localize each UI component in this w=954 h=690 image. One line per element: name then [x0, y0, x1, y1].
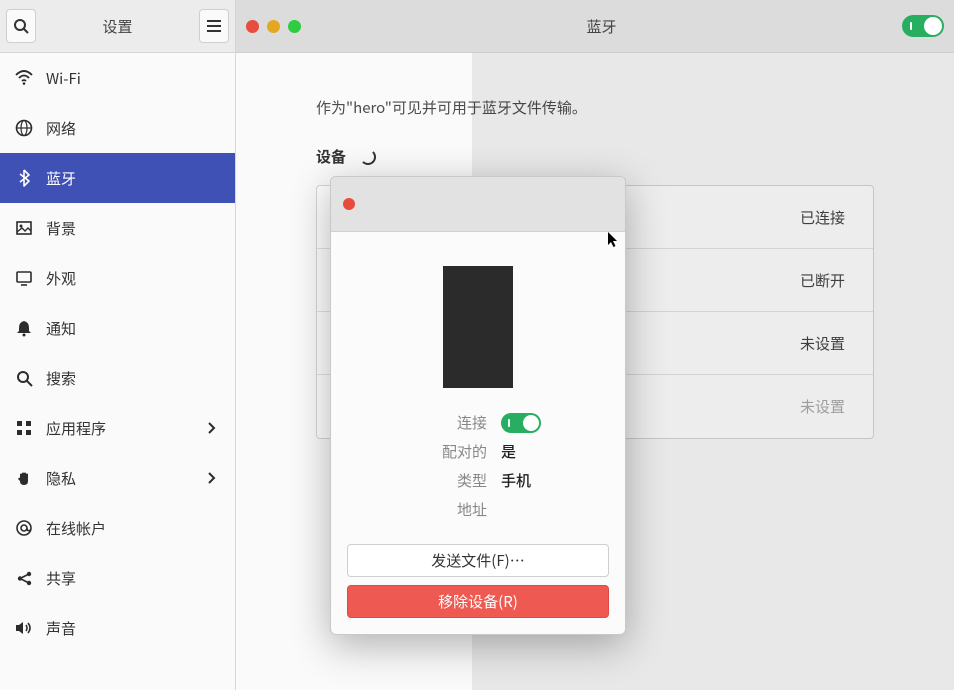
sidebar-item-bell[interactable]: 通知 [0, 303, 235, 353]
maximize-window-button[interactable] [288, 20, 301, 33]
hamburger-button[interactable] [199, 9, 229, 43]
device-status: 已连接 [800, 207, 845, 228]
device-details-modal: 连接 配对的 是 类型 手机 地址 发送文件(F)… 移除设备(R) [330, 176, 626, 635]
window-controls [246, 20, 301, 33]
sidebar-item-label: 共享 [46, 568, 76, 589]
chevron-right-icon [201, 471, 221, 485]
prop-connection: 连接 [347, 412, 609, 433]
prop-paired-label: 配对的 [431, 441, 487, 462]
prop-type-value: 手机 [501, 470, 531, 491]
device-status: 未设置 [800, 396, 845, 417]
sidebar-item-label: 网络 [46, 118, 76, 139]
prop-connection-label: 连接 [431, 412, 487, 433]
sidebar-item-label: 背景 [46, 218, 76, 239]
sidebar-item-volume[interactable]: 声音 [0, 603, 235, 653]
prop-address-label: 地址 [431, 499, 487, 520]
settings-sidebar: 设置 Wi-Fi 网络蓝牙背景外观通知搜索应用程序隐私在线帐户共享声音 [0, 0, 236, 690]
devices-header-label: 设备 [316, 146, 346, 167]
sidebar-item-label: 应用程序 [46, 418, 106, 439]
sidebar-title: 设置 [36, 16, 199, 37]
sidebar-item-display[interactable]: 外观 [0, 253, 235, 303]
device-status: 已断开 [800, 270, 845, 291]
sidebar-item-share[interactable]: 共享 [0, 553, 235, 603]
sidebar-item-hand[interactable]: 隐私 [0, 453, 235, 503]
grid-icon [14, 420, 34, 436]
page-title: 蓝牙 [301, 16, 902, 37]
send-files-button[interactable]: 发送文件(F)… [347, 544, 609, 577]
sidebar-item-globe[interactable]: 网络 [0, 103, 235, 153]
sidebar-item-label: 在线帐户 [46, 518, 106, 539]
search-button[interactable] [6, 9, 36, 43]
modal-body: 连接 配对的 是 类型 手机 地址 发送文件(F)… 移除设备(R) [331, 232, 625, 634]
sidebar-item-label: 蓝牙 [46, 168, 76, 189]
sidebar-item-grid[interactable]: 应用程序 [0, 403, 235, 453]
sidebar-item-label: 声音 [46, 618, 76, 639]
sidebar-item-image[interactable]: 背景 [0, 203, 235, 253]
remove-device-button[interactable]: 移除设备(R) [347, 585, 609, 618]
modal-header [331, 177, 625, 232]
display-icon [14, 269, 34, 287]
hand-icon [14, 470, 34, 487]
main-header: 蓝牙 [236, 0, 954, 53]
sidebar-item-label: 搜索 [46, 368, 76, 389]
sidebar-list: Wi-Fi 网络蓝牙背景外观通知搜索应用程序隐私在线帐户共享声音 [0, 53, 235, 690]
bluetooth-icon [14, 169, 34, 187]
sidebar-item-at[interactable]: 在线帐户 [0, 503, 235, 553]
close-window-button[interactable] [246, 20, 259, 33]
minimize-window-button[interactable] [267, 20, 280, 33]
scanning-spinner-icon [360, 149, 376, 165]
sidebar-item-label: 隐私 [46, 468, 76, 489]
connection-toggle[interactable] [501, 413, 541, 433]
devices-header-row: 设备 [316, 146, 874, 167]
bell-icon [14, 319, 34, 337]
image-icon [14, 219, 34, 237]
sidebar-header: 设置 [0, 0, 235, 53]
volume-icon [14, 620, 34, 636]
at-icon [14, 519, 34, 537]
modal-close-button[interactable] [343, 198, 355, 210]
remove-device-label: 移除设备(R) [438, 591, 518, 612]
search-icon [14, 370, 34, 387]
share-icon [14, 570, 34, 587]
prop-type: 类型 手机 [347, 470, 609, 491]
chevron-right-icon [201, 421, 221, 435]
sidebar-item-label: Wi-Fi [46, 68, 81, 89]
send-files-label: 发送文件(F)… [431, 550, 524, 571]
bluetooth-toggle[interactable] [902, 15, 944, 37]
device-status: 未设置 [800, 333, 845, 354]
prop-paired-value: 是 [501, 441, 516, 462]
sidebar-item-label: 通知 [46, 318, 76, 339]
hamburger-icon [207, 20, 221, 32]
prop-type-label: 类型 [431, 470, 487, 491]
sidebar-item-label: 外观 [46, 268, 76, 289]
sidebar-item-search[interactable]: 搜索 [0, 353, 235, 403]
prop-paired: 配对的 是 [347, 441, 609, 462]
globe-icon [14, 119, 34, 137]
wifi-icon [14, 69, 34, 87]
prop-address: 地址 [347, 499, 609, 520]
discoverable-text: 作为"hero"可见并可用于蓝牙文件传输。 [316, 97, 874, 118]
device-image-icon [443, 266, 513, 388]
sidebar-item-wifi[interactable]: Wi-Fi [0, 53, 235, 103]
search-icon [13, 18, 29, 34]
sidebar-item-bluetooth[interactable]: 蓝牙 [0, 153, 235, 203]
